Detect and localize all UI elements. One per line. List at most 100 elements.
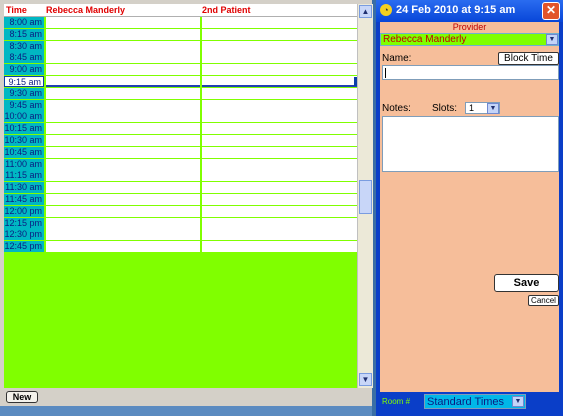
chevron-down-icon[interactable]: ▼ xyxy=(487,103,499,114)
slot-cell-rebecca-manderly[interactable] xyxy=(46,52,200,64)
chevron-down-icon[interactable]: ▼ xyxy=(546,34,558,45)
time-cell[interactable]: 10:00 am xyxy=(4,111,44,123)
slot-cell-rebecca-manderly[interactable] xyxy=(46,170,200,182)
time-cell[interactable]: 8:15 am xyxy=(4,28,44,40)
slot-cell-2nd-patient[interactable] xyxy=(202,205,357,217)
slots-select[interactable]: 1 ▼ xyxy=(465,102,500,114)
slot-cell-rebecca-manderly[interactable] xyxy=(46,135,200,146)
name-input[interactable] xyxy=(382,65,559,80)
slot-cell-2nd-patient[interactable] xyxy=(202,182,357,194)
slot-cell-2nd-patient[interactable] xyxy=(202,170,357,182)
time-cell[interactable]: 11:30 am xyxy=(4,182,44,194)
dialog-titlebar[interactable]: ◔ 24 Feb 2010 at 9:15 am ✕ xyxy=(376,0,563,22)
slot-cell-2nd-patient[interactable] xyxy=(202,99,357,111)
slot-cell-rebecca-manderly[interactable] xyxy=(46,241,200,253)
schedule-row[interactable]: 10:15 am xyxy=(4,123,357,135)
room-select[interactable]: Standard Times ▼ xyxy=(424,394,526,409)
slot-cell-rebecca-manderly[interactable] xyxy=(46,111,200,123)
slot-cell-2nd-patient[interactable] xyxy=(202,123,357,135)
slot-cell-rebecca-manderly[interactable] xyxy=(46,64,200,76)
time-cell[interactable]: 11:45 am xyxy=(4,194,44,205)
notes-textarea[interactable] xyxy=(382,116,559,172)
slot-cell-rebecca-manderly[interactable] xyxy=(46,194,200,205)
schedule-row[interactable]: 8:15 am xyxy=(4,28,357,41)
slot-cell-2nd-patient[interactable] xyxy=(202,76,357,87)
schedule-row[interactable]: 8:00 am xyxy=(4,17,357,29)
slot-cell-2nd-patient[interactable] xyxy=(202,28,357,40)
schedule-grid: Time Rebecca Manderly 2nd Patient 8:00 a… xyxy=(4,4,357,388)
schedule-pane: Time Rebecca Manderly 2nd Patient 8:00 a… xyxy=(0,0,373,416)
slot-cell-rebecca-manderly[interactable] xyxy=(46,182,200,194)
time-cell[interactable]: 9:00 am xyxy=(4,64,44,76)
slot-cell-2nd-patient[interactable] xyxy=(202,52,357,64)
close-icon[interactable]: ✕ xyxy=(542,2,560,20)
provider-select[interactable]: Rebecca Manderly ▼ xyxy=(380,33,559,46)
slot-cell-2nd-patient[interactable] xyxy=(202,17,357,28)
save-button[interactable]: Save xyxy=(494,274,559,292)
slot-cell-rebecca-manderly[interactable] xyxy=(46,205,200,217)
schedule-row[interactable]: 12:30 pm xyxy=(4,229,357,241)
schedule-row[interactable]: 11:30 am xyxy=(4,182,357,194)
scroll-down-icon[interactable]: ▼ xyxy=(359,373,372,386)
schedule-row[interactable]: 9:45 am xyxy=(4,99,357,112)
schedule-row[interactable]: 9:00 am xyxy=(4,64,357,76)
slot-cell-rebecca-manderly[interactable] xyxy=(46,17,200,28)
slot-cell-2nd-patient[interactable] xyxy=(202,194,357,205)
slot-cell-2nd-patient[interactable] xyxy=(202,111,357,123)
schedule-row[interactable]: 8:45 am xyxy=(4,52,357,64)
slot-cell-rebecca-manderly[interactable] xyxy=(46,99,200,111)
time-cell[interactable]: 9:30 am xyxy=(4,87,44,99)
schedule-row[interactable]: 8:30 am xyxy=(4,40,357,53)
time-cell[interactable]: 12:15 pm xyxy=(4,217,44,229)
slot-cell-rebecca-manderly[interactable] xyxy=(46,229,200,241)
slot-cell-2nd-patient[interactable] xyxy=(202,87,357,99)
schedule-row[interactable]: 10:30 am xyxy=(4,135,357,147)
slot-cell-rebecca-manderly[interactable] xyxy=(46,123,200,135)
time-cell[interactable]: 10:45 am xyxy=(4,146,44,158)
time-cell[interactable]: 12:30 pm xyxy=(4,229,44,241)
slot-cell-2nd-patient[interactable] xyxy=(202,158,357,170)
time-cell[interactable]: 12:00 pm xyxy=(4,205,44,217)
slot-cell-2nd-patient[interactable] xyxy=(202,146,357,158)
slot-cell-2nd-patient[interactable] xyxy=(202,40,357,52)
schedule-row[interactable]: 12:45 pm xyxy=(4,241,357,253)
schedule-row[interactable]: 10:00 am xyxy=(4,111,357,123)
schedule-row[interactable]: 12:00 pm xyxy=(4,205,357,218)
grid-scrollbar[interactable]: ▲ ▼ xyxy=(357,4,373,388)
slot-cell-rebecca-manderly[interactable] xyxy=(46,28,200,40)
time-cell[interactable]: 10:15 am xyxy=(4,123,44,135)
time-cell[interactable]: 12:45 pm xyxy=(4,241,44,253)
schedule-row[interactable]: 10:45 am xyxy=(4,146,357,159)
slot-cell-2nd-patient[interactable] xyxy=(202,135,357,146)
block-time-button[interactable]: Block Time xyxy=(498,52,559,65)
schedule-row[interactable]: 9:30 am xyxy=(4,87,357,100)
time-cell[interactable]: 11:00 am xyxy=(4,158,44,170)
slot-cell-rebecca-manderly[interactable] xyxy=(46,40,200,52)
schedule-row[interactable]: 11:15 am xyxy=(4,170,357,182)
slot-cell-rebecca-manderly[interactable] xyxy=(46,76,200,87)
slot-cell-2nd-patient[interactable] xyxy=(202,229,357,241)
time-cell[interactable]: 8:00 am xyxy=(4,17,44,28)
slot-cell-rebecca-manderly[interactable] xyxy=(46,87,200,99)
slot-cell-rebecca-manderly[interactable] xyxy=(46,217,200,229)
time-cell[interactable]: 9:15 am xyxy=(4,76,44,87)
time-cell[interactable]: 8:45 am xyxy=(4,52,44,64)
slot-cell-2nd-patient[interactable] xyxy=(202,64,357,76)
schedule-row[interactable]: 9:15 am xyxy=(4,76,357,88)
time-cell[interactable]: 10:30 am xyxy=(4,135,44,146)
chevron-down-icon[interactable]: ▼ xyxy=(512,396,524,407)
scroll-thumb[interactable] xyxy=(359,180,372,214)
time-cell[interactable]: 11:15 am xyxy=(4,170,44,182)
cancel-button[interactable]: Cancel xyxy=(528,295,559,306)
slot-cell-rebecca-manderly[interactable] xyxy=(46,146,200,158)
time-cell[interactable]: 8:30 am xyxy=(4,40,44,52)
slot-cell-2nd-patient[interactable] xyxy=(202,241,357,253)
new-button[interactable]: New xyxy=(6,391,38,403)
time-cell[interactable]: 9:45 am xyxy=(4,99,44,111)
schedule-row[interactable]: 11:45 am xyxy=(4,194,357,206)
scroll-up-icon[interactable]: ▲ xyxy=(359,5,372,18)
schedule-row[interactable]: 12:15 pm xyxy=(4,217,357,230)
slot-cell-2nd-patient[interactable] xyxy=(202,217,357,229)
schedule-row[interactable]: 11:00 am xyxy=(4,158,357,171)
slot-cell-rebecca-manderly[interactable] xyxy=(46,158,200,170)
